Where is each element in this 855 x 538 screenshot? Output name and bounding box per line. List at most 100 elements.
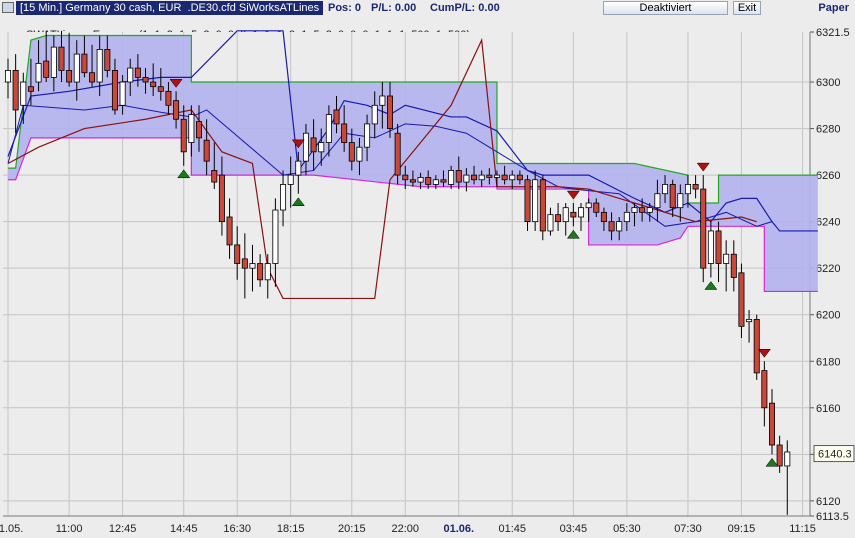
- candle-body: [570, 211, 577, 218]
- candle: [700, 175, 707, 283]
- candle-body: [455, 170, 462, 183]
- price-chart[interactable]: 6321.5 6300 6280 6260 6240 6220 6200 6180 6160 61…: [0, 0, 855, 538]
- candle-body: [547, 214, 554, 232]
- candle-body: [379, 95, 386, 106]
- candle-body: [165, 90, 172, 106]
- candle-body: [58, 46, 65, 71]
- x-tick-label: 07:30: [674, 523, 702, 535]
- candle-body: [776, 444, 783, 467]
- x-tick-label: 01:45: [498, 523, 526, 535]
- candle-body: [509, 174, 516, 181]
- y-tick-label: 6260: [816, 170, 840, 182]
- candle-body: [325, 114, 332, 143]
- candle-body: [425, 177, 432, 185]
- candle-body: [234, 244, 241, 264]
- candle-body: [180, 118, 187, 153]
- candle-body: [432, 179, 439, 185]
- y-tick-label: 6300: [816, 77, 840, 89]
- x-tick-label: 14:45: [170, 523, 198, 535]
- candle-body: [516, 174, 523, 181]
- candle-body: [623, 211, 630, 223]
- candle-body: [96, 49, 103, 83]
- candle-body: [188, 114, 195, 143]
- candle-body: [280, 184, 287, 211]
- candle-body: [211, 170, 218, 183]
- candle-body: [264, 263, 271, 281]
- candle-body: [417, 177, 424, 183]
- candle-body: [226, 216, 233, 246]
- candle-body: [532, 179, 539, 223]
- candle-body: [471, 174, 478, 181]
- candle-body: [646, 207, 653, 213]
- x-tick-label: 01.06.: [443, 523, 474, 535]
- candle-body: [593, 202, 600, 213]
- candle-body: [287, 174, 294, 185]
- candle-body: [341, 123, 348, 143]
- candle-body: [241, 258, 248, 269]
- candle-body: [409, 179, 416, 183]
- x-tick-label: 20:15: [338, 523, 366, 535]
- candle-body: [440, 179, 447, 183]
- candle-body: [669, 184, 676, 209]
- candle-body: [784, 451, 791, 467]
- y-tick-label: 6321.5: [816, 27, 850, 39]
- x-tick-label: 03:45: [560, 523, 588, 535]
- candle: [753, 314, 760, 380]
- candle-body: [746, 318, 753, 323]
- x-tick-label: 22:00: [392, 523, 420, 535]
- candle-body: [20, 81, 27, 106]
- x-tick-label: 05:30: [613, 523, 641, 535]
- candle-body: [142, 76, 149, 83]
- candle-body: [356, 146, 363, 162]
- candle-body: [310, 137, 317, 153]
- candle-body: [700, 188, 707, 269]
- candle-body: [539, 179, 546, 232]
- candle-body: [73, 53, 80, 83]
- candle-body: [662, 184, 669, 195]
- candle: [539, 175, 546, 241]
- candle-body: [272, 209, 279, 264]
- candle-body: [723, 253, 730, 264]
- x-tick-label: 31.05.: [0, 523, 23, 535]
- candle-body: [195, 121, 202, 139]
- y-tick-label: 6160: [816, 403, 840, 415]
- candle-body: [555, 214, 562, 223]
- candle-body: [692, 184, 699, 190]
- candle-body: [639, 207, 646, 213]
- candle-body: [111, 69, 118, 111]
- candle-body: [150, 81, 157, 88]
- y-tick-label: 6180: [816, 356, 840, 368]
- candle-body: [524, 179, 531, 223]
- candle-body: [463, 174, 470, 183]
- candle-body: [501, 174, 508, 181]
- candle-body: [371, 104, 378, 125]
- candle-body: [478, 174, 485, 181]
- candle-body: [12, 69, 19, 111]
- candle: [394, 123, 401, 185]
- y-tick-label: 6113.5: [816, 511, 849, 523]
- x-tick-label: 18:15: [277, 523, 305, 535]
- candle-body: [707, 230, 714, 264]
- candle-body: [654, 193, 661, 209]
- candle-body: [493, 174, 500, 178]
- candle-body: [486, 174, 493, 178]
- candle-body: [81, 53, 88, 74]
- candle-body: [203, 139, 210, 162]
- candle-body: [173, 100, 180, 120]
- candle-body: [562, 207, 569, 223]
- candle-body: [127, 67, 134, 83]
- candle-body: [295, 160, 302, 176]
- candle-body: [27, 86, 34, 92]
- y-tick-label: 6220: [816, 263, 840, 275]
- candle-body: [119, 81, 126, 106]
- candle-body: [50, 46, 57, 78]
- candle-body: [157, 86, 164, 92]
- candle-body: [364, 123, 371, 148]
- candle-body: [104, 49, 111, 71]
- candle-body: [66, 69, 73, 83]
- candle-body: [631, 207, 638, 213]
- candle-body: [608, 221, 615, 232]
- candle-body: [684, 184, 691, 195]
- candle-body: [218, 174, 225, 223]
- candle-body: [448, 170, 455, 185]
